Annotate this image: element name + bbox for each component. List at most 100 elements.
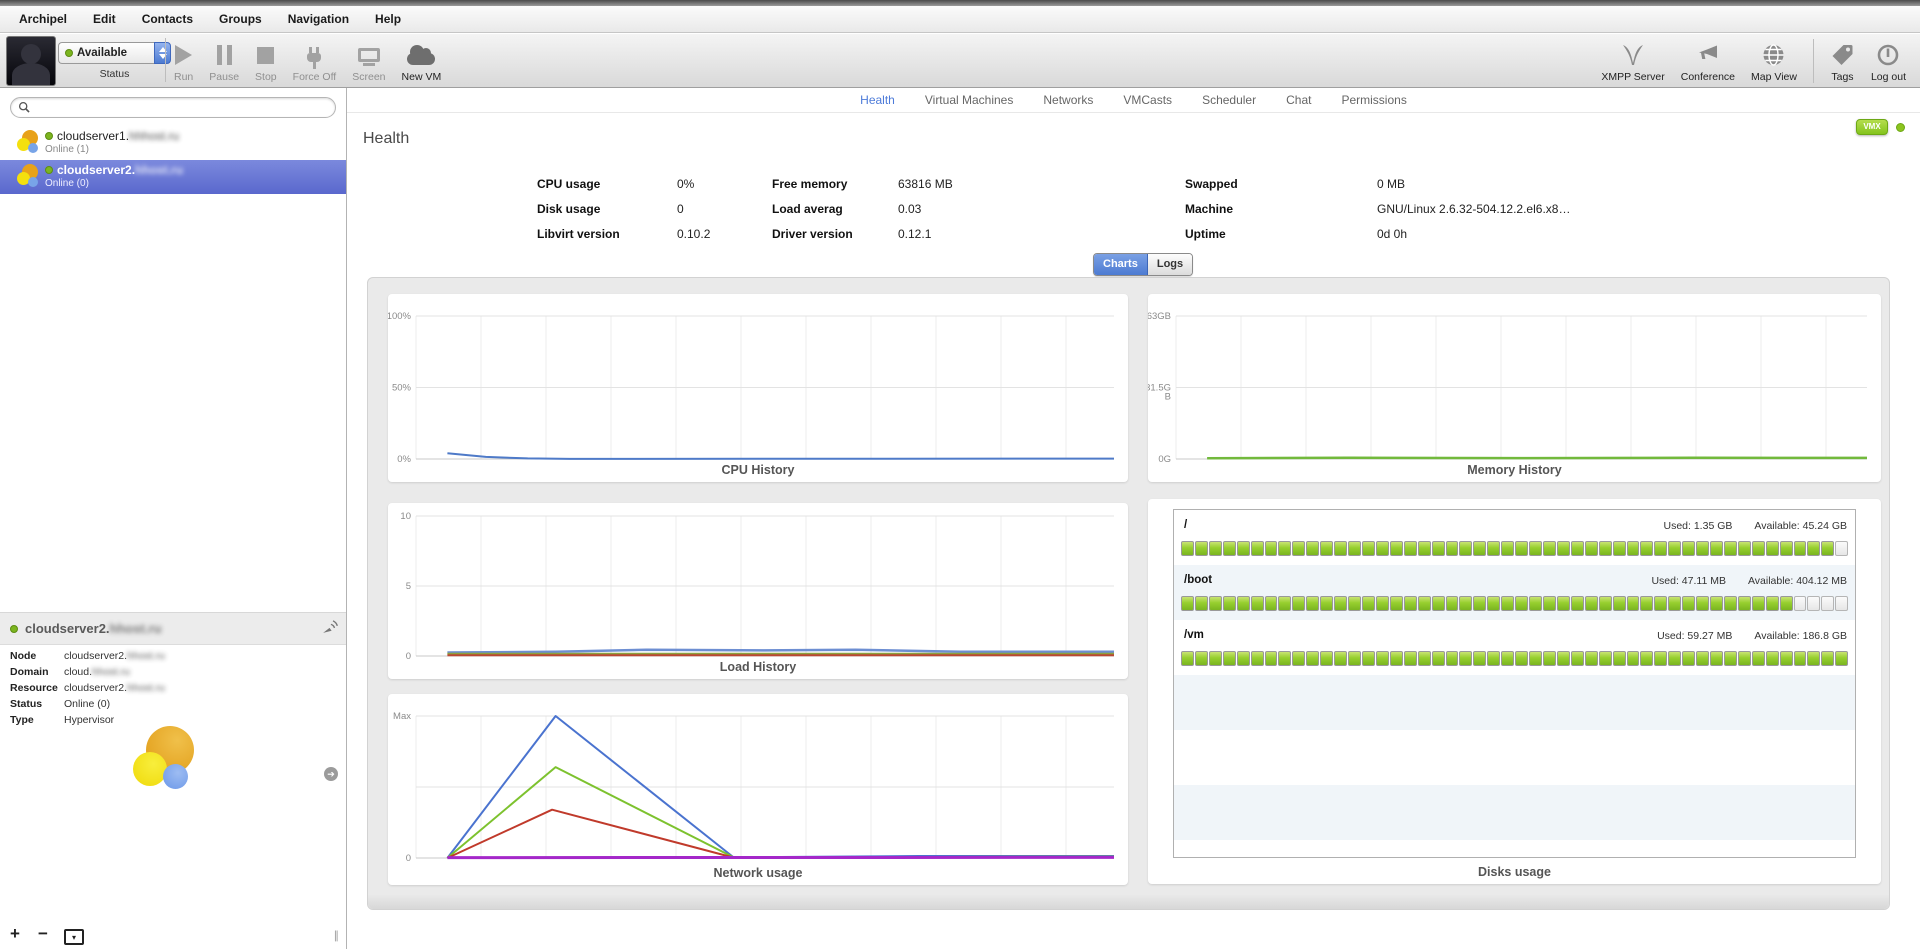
- roster-filter-button[interactable]: ▾: [64, 929, 84, 945]
- disk-usage-bar: [1181, 651, 1848, 666]
- toolbar-button-label: Conference: [1681, 71, 1735, 83]
- info-row-resource: Resourcecloudserver2.hhost.ru: [0, 682, 346, 698]
- memory-history-title: Memory History: [1148, 463, 1881, 477]
- disk-empty-stripe: [1174, 785, 1855, 840]
- toolbar-force-off-button[interactable]: Force Off: [293, 37, 337, 83]
- toolbar-button-label: New VM: [402, 71, 442, 83]
- presence-dot-icon: [45, 166, 53, 174]
- toolbar-button-label: Run: [174, 71, 193, 83]
- info-value: Hypervisor: [64, 714, 114, 726]
- toolbar-button-label: Map View: [1751, 71, 1797, 83]
- toolbar-button-label: XMPP Server: [1601, 71, 1664, 83]
- toggle-charts[interactable]: Charts: [1094, 254, 1148, 275]
- disk-available: Available: 404.12 MB: [1748, 575, 1847, 587]
- tab-virtual-machines[interactable]: Virtual Machines: [925, 93, 1014, 107]
- stat-label-load-averag: Load averag: [772, 202, 898, 216]
- disk-mount-point: /boot: [1184, 574, 1212, 586]
- disks-usage-panel: /Used: 1.35 GBAvailable: 45.24 GB/bootUs…: [1173, 509, 1856, 858]
- tab-vmcasts[interactable]: VMCasts: [1123, 93, 1172, 107]
- roster-item-cloudserver2[interactable]: cloudserver2.hhost.ruOnline (0): [0, 160, 346, 194]
- disk-row-boot: /boot Used: 47.11 MB Available: 404.12 MB: [1174, 565, 1855, 620]
- toolbar-pause-button[interactable]: Pause: [209, 37, 239, 83]
- charts-panel: 100%50%0%CPU History 63GB31.5GB0GMemory …: [367, 277, 1890, 910]
- xmpp-server-icon: [1620, 42, 1646, 68]
- toolbar-run-button[interactable]: Run: [174, 37, 193, 83]
- toolbar-stop-button[interactable]: Stop: [255, 37, 277, 83]
- info-row-node: Nodecloudserver2.hhost.ru: [0, 650, 346, 666]
- tab-networks[interactable]: Networks: [1043, 93, 1093, 107]
- disk-used: Used: 47.11 MB: [1651, 575, 1726, 587]
- charts-panel-footer: [368, 895, 1889, 909]
- toolbar-screen-button[interactable]: Screen: [352, 37, 385, 83]
- disk-usage-bar: [1181, 596, 1848, 611]
- disk-mount-point: /vm: [1184, 629, 1204, 641]
- menu-groups[interactable]: Groups: [206, 12, 275, 26]
- contact-name: cloudserver1.hhhost.ru: [57, 129, 179, 143]
- stat-label-cpu-usage: CPU usage: [537, 177, 677, 191]
- toolbar-log-out-button[interactable]: Log out: [1871, 37, 1906, 83]
- screen-icon: [358, 42, 380, 68]
- presence-dot-icon: [10, 625, 18, 633]
- redacted-hostname: hhost.ru: [110, 621, 162, 636]
- info-value: cloud.hhost.ru: [64, 666, 130, 678]
- status-select[interactable]: Available: [58, 42, 154, 64]
- network-usage-plot: Max0: [388, 694, 1128, 885]
- info-label: Node: [10, 650, 36, 662]
- toolbar-tags-button[interactable]: Tags: [1830, 37, 1855, 83]
- network-usage-chart: Max0Network usage: [388, 694, 1128, 885]
- module-tab-bar: Health Virtual Machines Networks VMCasts Sch…: [347, 88, 1920, 113]
- toolbar-button-label: Screen: [352, 71, 385, 83]
- tab-health[interactable]: Health: [860, 93, 895, 107]
- user-avatar[interactable]: [6, 36, 56, 86]
- hypervisor-avatar: [120, 718, 230, 818]
- remove-contact-button[interactable]: −: [38, 924, 48, 944]
- map-view-icon: [1761, 42, 1786, 68]
- force-off-icon: [307, 42, 321, 68]
- toggle-logs[interactable]: Logs: [1148, 254, 1192, 275]
- vmx-tag-badge[interactable]: VMX: [1856, 119, 1888, 135]
- add-contact-button[interactable]: +: [10, 924, 20, 944]
- sidebar-bottom-bar: + − ▾ ∥: [0, 921, 346, 949]
- svg-text:100%: 100%: [388, 311, 412, 322]
- toolbar-button-label: Force Off: [293, 71, 337, 83]
- redacted-hostname: hhhost.ru: [129, 129, 179, 143]
- presence-dot-icon: [65, 49, 73, 57]
- memory-history-plot: 63GB31.5GB0G: [1148, 294, 1881, 482]
- toolbar-new-vm-button[interactable]: New VM: [402, 37, 442, 83]
- sidebar-resize-handle[interactable]: ∥: [334, 929, 341, 942]
- roster-item-cloudserver1[interactable]: cloudserver1.hhhost.ruOnline (1): [0, 126, 346, 160]
- show-details-button[interactable]: ➔: [324, 767, 338, 781]
- cpu-history-title: CPU History: [388, 463, 1128, 477]
- series-net-red: [447, 810, 1114, 858]
- stat-value-load-averag: 0.03: [898, 202, 1185, 216]
- info-row-status: StatusOnline (0): [0, 698, 346, 714]
- cpu-history-plot: 100%50%0%: [388, 294, 1128, 482]
- stat-label-disk-usage: Disk usage: [537, 202, 677, 216]
- menu-archipel[interactable]: Archipel: [6, 12, 80, 26]
- toolbar-map-view-button[interactable]: Map View: [1751, 37, 1797, 83]
- menu-help[interactable]: Help: [362, 12, 414, 26]
- info-value: cloudserver2.hhost.ru: [64, 682, 165, 694]
- load-history-title: Load History: [388, 660, 1128, 674]
- load-history-chart: 1050Load History: [388, 503, 1128, 679]
- toolbar-conference-button[interactable]: Conference: [1681, 37, 1735, 83]
- conference-icon: [1695, 42, 1721, 68]
- new-vm-icon: [407, 42, 435, 68]
- info-label: Status: [10, 698, 42, 710]
- tab-scheduler[interactable]: Scheduler: [1202, 93, 1256, 107]
- menu-contacts[interactable]: Contacts: [129, 12, 206, 26]
- disk-used: Used: 59.27 MB: [1657, 630, 1732, 642]
- page-title: Health: [363, 130, 409, 148]
- search-input[interactable]: [35, 99, 335, 117]
- status-stepper[interactable]: [154, 42, 171, 64]
- svg-text:0: 0: [406, 853, 411, 864]
- toolbar-xmpp-server-button[interactable]: XMPP Server: [1601, 37, 1664, 83]
- stat-label-libvirt-version: Libvirt version: [537, 227, 677, 241]
- menu-navigation[interactable]: Navigation: [275, 12, 362, 26]
- tab-permissions[interactable]: Permissions: [1341, 93, 1406, 107]
- disk-used: Used: 1.35 GB: [1664, 520, 1733, 532]
- charts-logs-toggle: ChartsLogs: [1093, 253, 1193, 276]
- tag-icon: [1830, 42, 1855, 68]
- tab-chat[interactable]: Chat: [1286, 93, 1311, 107]
- menu-edit[interactable]: Edit: [80, 12, 129, 26]
